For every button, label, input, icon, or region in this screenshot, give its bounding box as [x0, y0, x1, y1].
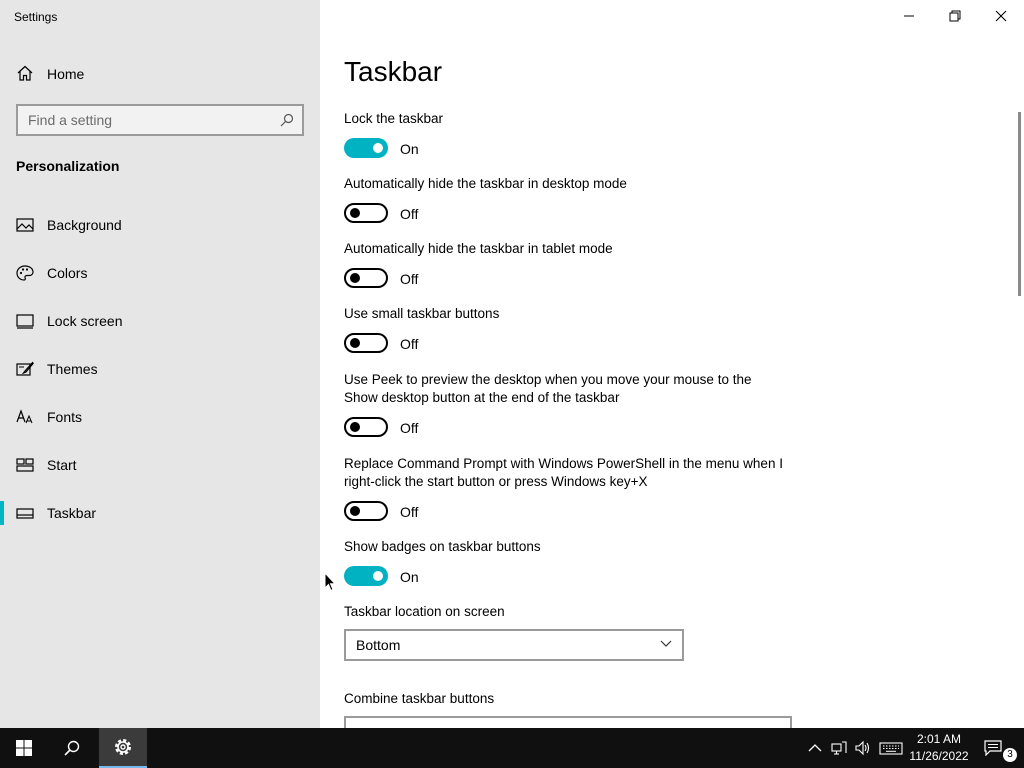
toggle-state-label: Off [400, 504, 419, 520]
setting-label-small-buttons: Use small taskbar buttons [344, 306, 500, 321]
toggle-state-label: Off [400, 206, 419, 222]
taskbar-location-dropdown[interactable]: Bottom [344, 629, 684, 661]
sidebar-item-label: Lock screen [47, 313, 123, 329]
restore-button[interactable] [932, 0, 978, 32]
notification-icon [984, 740, 1002, 756]
sidebar-item-label: Start [47, 457, 77, 473]
sidebar-item-start[interactable]: Start [0, 445, 320, 485]
section-title: Personalization [16, 158, 120, 174]
setting-label-lock-taskbar: Lock the taskbar [344, 111, 444, 126]
chevron-up-icon[interactable] [807, 740, 823, 756]
brush-icon [16, 361, 34, 376]
toggle-peek[interactable] [344, 417, 388, 437]
volume-icon[interactable] [855, 740, 871, 756]
toggle-knob [350, 208, 360, 218]
taskbar-clock[interactable]: 2:01 AM 11/26/2022 [900, 731, 978, 765]
sidebar-item-label: Fonts [47, 409, 83, 425]
toggle-knob [373, 143, 383, 153]
font-icon [16, 409, 33, 424]
search-icon [64, 740, 80, 756]
sidebar-item-taskbar[interactable]: Taskbar [0, 493, 320, 533]
lock-screen-icon [16, 314, 34, 329]
toggle-knob [373, 571, 383, 581]
taskbar-settings-app[interactable] [99, 728, 147, 768]
page-title: Taskbar [344, 56, 443, 87]
setting-label-autohide-desktop: Automatically hide the taskbar in deskto… [344, 176, 627, 191]
toggle-knob [350, 506, 360, 516]
combine-buttons-dropdown[interactable] [344, 716, 792, 728]
toggle-knob [350, 273, 360, 283]
toggle-lock-taskbar[interactable] [344, 138, 388, 158]
minimize-button[interactable] [886, 0, 932, 32]
clock-date: 11/26/2022 [909, 749, 969, 763]
restore-icon [949, 10, 961, 22]
start-button[interactable] [0, 728, 48, 768]
minimize-icon [904, 15, 914, 17]
sidebar-item-background[interactable]: Background [0, 205, 320, 245]
toggle-state-label: Off [400, 271, 419, 287]
sidebar-item-label: Colors [47, 265, 88, 281]
close-button[interactable] [978, 0, 1024, 32]
scrollbar-thumb[interactable] [1018, 112, 1021, 296]
app-title: Settings [14, 10, 58, 24]
setting-label-combine: Combine taskbar buttons [344, 691, 495, 706]
gear-icon [115, 739, 131, 755]
toggle-autohide-desktop[interactable] [344, 203, 388, 223]
sidebar-item-label: Themes [47, 361, 98, 377]
home-nav[interactable]: Home [0, 58, 320, 88]
network-icon[interactable] [831, 740, 847, 756]
search-icon[interactable] [280, 113, 294, 127]
mouse-cursor-icon [324, 572, 336, 592]
toggle-state-label: Off [400, 336, 419, 352]
toggle-state-label: Off [400, 420, 419, 436]
clock-time: 2:01 AM [916, 732, 962, 746]
active-indicator [0, 501, 4, 525]
taskbar-icon [16, 508, 34, 519]
taskbar-search-button[interactable] [48, 728, 96, 768]
taskbar: 2:01 AM 11/26/2022 3 [0, 728, 1024, 768]
sidebar-item-label: Taskbar [47, 505, 97, 521]
start-layout-icon [16, 458, 34, 472]
home-icon [17, 65, 33, 81]
sidebar-item-themes[interactable]: Themes [0, 349, 320, 389]
setting-label-peek: Use Peek to preview the desktop when you… [344, 372, 752, 405]
toggle-autohide-tablet[interactable] [344, 268, 388, 288]
sidebar: Settings Home Find a setting Personaliza… [0, 0, 320, 728]
action-center-button[interactable]: 3 [982, 728, 1022, 768]
setting-label-badges: Show badges on taskbar buttons [344, 539, 541, 554]
sidebar-item-fonts[interactable]: Fonts [0, 397, 320, 437]
setting-label-autohide-tablet: Automatically hide the taskbar in tablet… [344, 241, 613, 256]
home-label: Home [47, 66, 85, 82]
picture-icon [16, 218, 34, 232]
notification-badge: 3 [1003, 748, 1017, 762]
sidebar-item-colors[interactable]: Colors [0, 253, 320, 293]
search-placeholder: Find a setting [28, 112, 113, 128]
close-icon [995, 10, 1007, 22]
chevron-down-icon [660, 640, 672, 647]
setting-label-location: Taskbar location on screen [344, 604, 505, 619]
sidebar-item-lock-screen[interactable]: Lock screen [0, 301, 320, 341]
dropdown-value: Bottom [356, 637, 401, 653]
sidebar-item-label: Background [47, 217, 122, 233]
toggle-knob [350, 422, 360, 432]
toggle-state-label: On [400, 569, 419, 585]
search-input[interactable]: Find a setting [16, 104, 304, 136]
windows-logo-icon [16, 740, 32, 756]
toggle-badges[interactable] [344, 566, 388, 586]
toggle-small-buttons[interactable] [344, 333, 388, 353]
toggle-knob [350, 338, 360, 348]
setting-label-powershell: Replace Command Prompt with Windows Powe… [344, 456, 783, 489]
toggle-powershell[interactable] [344, 501, 388, 521]
palette-icon [16, 265, 34, 281]
toggle-state-label: On [400, 141, 419, 157]
